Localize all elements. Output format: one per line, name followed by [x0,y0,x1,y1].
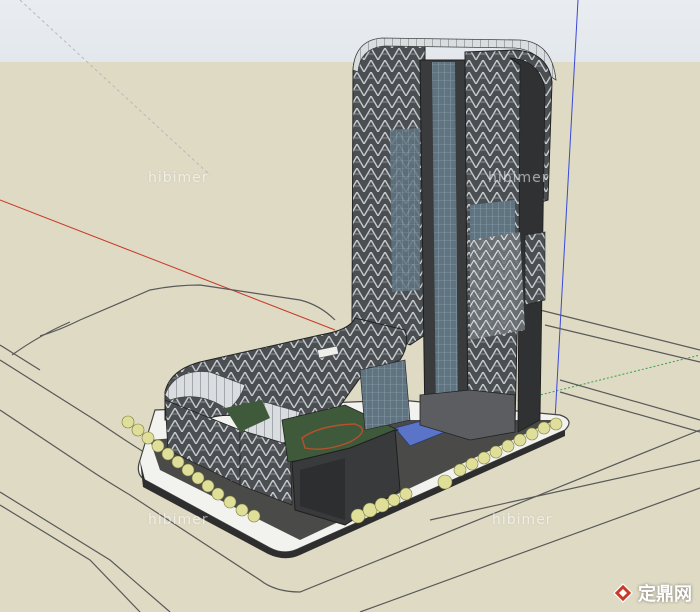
site-logo: 定鼎网 [612,580,692,606]
blue-axis-line [554,0,579,421]
watermark-1: hibimer [148,170,209,186]
watermark-3: hibimer [148,512,209,528]
gray-guide-line [19,0,211,176]
logo-text: 定鼎网 [638,584,692,605]
red-axis-line [0,199,336,331]
watermark-4: hibimer [492,512,553,528]
diamond-logo-icon [613,583,633,603]
sketchup-viewport[interactable]: hibimer hibimer hibimer hibimer 定鼎网 [0,0,700,612]
model-scene[interactable] [0,0,700,612]
watermark-2: hibimer [488,170,549,186]
